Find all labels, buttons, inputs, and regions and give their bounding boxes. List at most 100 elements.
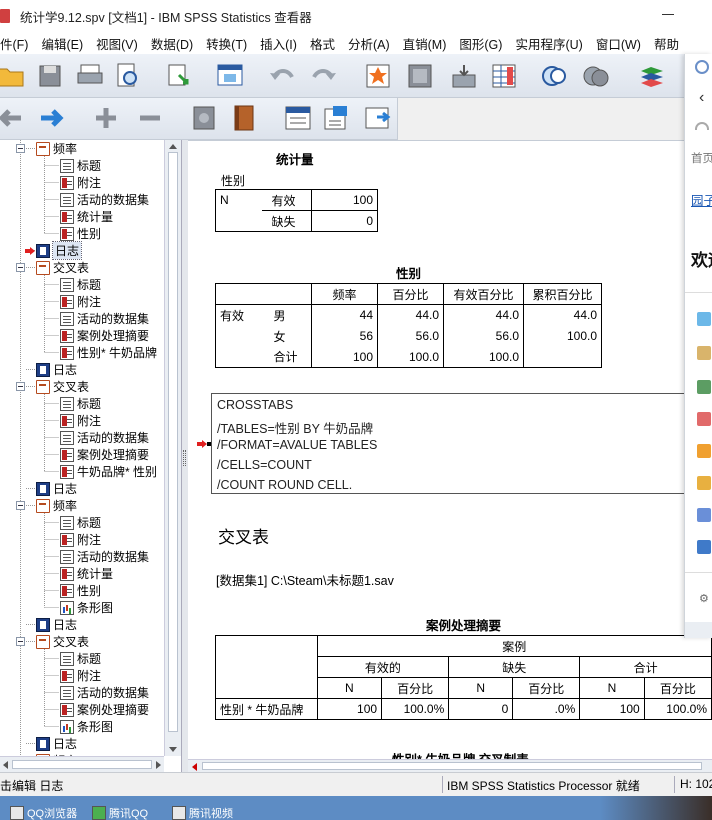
- goto-data-icon[interactable]: [362, 61, 394, 91]
- expand-icon[interactable]: [90, 103, 122, 133]
- freq-table-title[interactable]: 性别: [396, 263, 421, 282]
- outline-leaf-item[interactable]: 活动的数据集: [60, 548, 149, 565]
- print-preview-icon[interactable]: [112, 61, 144, 91]
- case-processing-table[interactable]: 案例 有效的 缺失 合计 N 百分比 N 百分比 N 百分比 性别 * 牛奶品牌…: [215, 635, 712, 720]
- outline-group-item[interactable]: 日志: [36, 735, 77, 752]
- chat-icon[interactable]: [697, 312, 711, 326]
- collapse-toggle-icon[interactable]: [16, 501, 25, 510]
- outline-leaf-item[interactable]: 案例处理摘要: [60, 701, 149, 718]
- settings-icon[interactable]: ⚙: [699, 592, 709, 605]
- scroll-thumb[interactable]: [202, 762, 702, 770]
- folder-icon[interactable]: [697, 476, 711, 490]
- redo-icon[interactable]: [308, 61, 340, 91]
- weight-cases-icon[interactable]: [580, 61, 612, 91]
- open-folder-icon[interactable]: [0, 61, 26, 91]
- menu-item[interactable]: 编辑(E): [35, 34, 90, 53]
- scroll-thumb[interactable]: [168, 152, 178, 732]
- outline-leaf-item[interactable]: 性别: [60, 225, 101, 242]
- menu-item[interactable]: 实用程序(U): [509, 34, 589, 53]
- scroll-up-icon[interactable]: [169, 144, 177, 149]
- scroll-right-icon[interactable]: [156, 761, 161, 769]
- side-panel-scrollbar[interactable]: [685, 622, 712, 638]
- outline-vertical-scrollbar[interactable]: [164, 140, 181, 756]
- output-content-pane[interactable]: 统计量 性别 N 有效 100 缺失 0 性别 频率 百分比 有效百分比 累积百…: [188, 140, 712, 772]
- section-heading[interactable]: 交叉表: [218, 523, 269, 548]
- outline-leaf-item[interactable]: 标题: [60, 276, 101, 293]
- menu-item[interactable]: 件(F): [0, 34, 35, 53]
- outline-leaf-item[interactable]: 活动的数据集: [60, 310, 149, 327]
- contact-icon[interactable]: [697, 508, 711, 522]
- select-cases-icon[interactable]: [538, 61, 570, 91]
- menu-item[interactable]: 图形(G): [453, 34, 509, 53]
- taskbar-item[interactable]: 腾讯QQ: [92, 798, 148, 820]
- outline-group-item[interactable]: 交叉表: [36, 633, 89, 650]
- menu-item[interactable]: 直销(M): [397, 34, 454, 53]
- collapse-toggle-icon[interactable]: [16, 637, 25, 646]
- refresh-icon[interactable]: [695, 122, 709, 130]
- outline-group-item[interactable]: 交叉表: [36, 378, 89, 395]
- outline-pane[interactable]: 频率 标题 附注 活动的数据集 统计量 性别 日志 交叉表 标题 附注 活动的数据集 案例处理摘要 性别…: [0, 140, 182, 772]
- taskbar-item[interactable]: QQ浏览器: [10, 798, 77, 820]
- outline-leaf-item[interactable]: 牛奶品牌* 性别: [60, 463, 157, 480]
- outline-leaf-item[interactable]: 条形图: [60, 599, 113, 616]
- search-q-icon[interactable]: [697, 444, 711, 458]
- outline-group-item[interactable]: 日志: [36, 480, 77, 497]
- book-icon[interactable]: [697, 540, 711, 554]
- menu-item[interactable]: 帮助: [648, 34, 686, 53]
- scroll-left-icon[interactable]: [192, 763, 197, 771]
- back-arrow-icon[interactable]: ‹: [699, 89, 704, 107]
- syntax-log-box[interactable]: CROSSTABS /TABLES=性别 BY 牛奶品牌 /FORMAT=AVA…: [211, 393, 712, 494]
- demote-icon[interactable]: [36, 103, 68, 133]
- outline-leaf-item[interactable]: 附注: [60, 174, 101, 191]
- print-icon[interactable]: [74, 61, 106, 91]
- collapse-toggle-icon[interactable]: [16, 263, 25, 272]
- outline-leaf-item[interactable]: 活动的数据集: [60, 684, 149, 701]
- menu-item[interactable]: 转换(T): [200, 34, 254, 53]
- outline-leaf-item[interactable]: 性别* 牛奶品牌: [60, 344, 157, 361]
- outline-group-item[interactable]: 交叉表: [36, 259, 89, 276]
- outline-group-item[interactable]: 频率: [36, 140, 77, 157]
- outline-group-item[interactable]: 日志: [36, 361, 77, 378]
- insert-title-icon[interactable]: [320, 103, 352, 133]
- side-panel-link[interactable]: 园子: [691, 190, 712, 209]
- goto-variable-icon[interactable]: [448, 61, 480, 91]
- outline-leaf-item[interactable]: 附注: [60, 531, 101, 548]
- taskbar-item[interactable]: 腾讯视频: [172, 798, 233, 820]
- value-labels-icon[interactable]: [636, 61, 668, 91]
- stats-table-title[interactable]: 统计量: [276, 149, 314, 168]
- outline-leaf-item[interactable]: 统计量: [60, 208, 113, 225]
- stats-table[interactable]: N 有效 100 缺失 0: [215, 189, 378, 232]
- menu-item[interactable]: 视图(V): [90, 34, 145, 53]
- insert-heading-icon[interactable]: [282, 103, 314, 133]
- outline-leaf-item[interactable]: 标题: [60, 650, 101, 667]
- variables-icon[interactable]: [488, 61, 520, 91]
- outline-leaf-item[interactable]: 活动的数据集: [60, 191, 149, 208]
- outline-group-item[interactable]: 日志: [36, 616, 77, 633]
- outline-leaf-item[interactable]: 标题: [60, 395, 101, 412]
- export-icon[interactable]: [164, 61, 196, 91]
- outline-leaf-item[interactable]: 附注: [60, 293, 101, 310]
- scroll-thumb[interactable]: [12, 760, 152, 769]
- undo-icon[interactable]: [266, 61, 298, 91]
- menu-item[interactable]: 数据(D): [145, 34, 200, 53]
- side-panel-tab[interactable]: 首页: [691, 150, 712, 166]
- outline-horizontal-scrollbar[interactable]: [0, 756, 164, 772]
- insert-text-icon[interactable]: [362, 103, 394, 133]
- content-horizontal-scrollbar[interactable]: [188, 759, 712, 772]
- case-table-title[interactable]: 案例处理摘要: [426, 615, 501, 634]
- edit-icon[interactable]: [697, 346, 711, 360]
- tag-icon[interactable]: [697, 412, 711, 426]
- splitter-grip-icon[interactable]: [183, 450, 186, 466]
- outline-leaf-item[interactable]: 标题: [60, 514, 101, 531]
- collapse-icon[interactable]: [134, 103, 166, 133]
- save-icon[interactable]: [34, 61, 66, 91]
- outline-leaf-item[interactable]: 条形图: [60, 718, 113, 735]
- goto-case-icon[interactable]: [404, 61, 436, 91]
- outline-leaf-item[interactable]: 统计量: [60, 565, 113, 582]
- outline-leaf-item[interactable]: 标题: [60, 157, 101, 174]
- show-icon[interactable]: [188, 103, 220, 133]
- recall-dialog-icon[interactable]: [214, 61, 246, 91]
- users-icon[interactable]: [697, 380, 711, 394]
- menu-item[interactable]: 插入(I): [254, 34, 304, 53]
- promote-icon[interactable]: [0, 103, 26, 133]
